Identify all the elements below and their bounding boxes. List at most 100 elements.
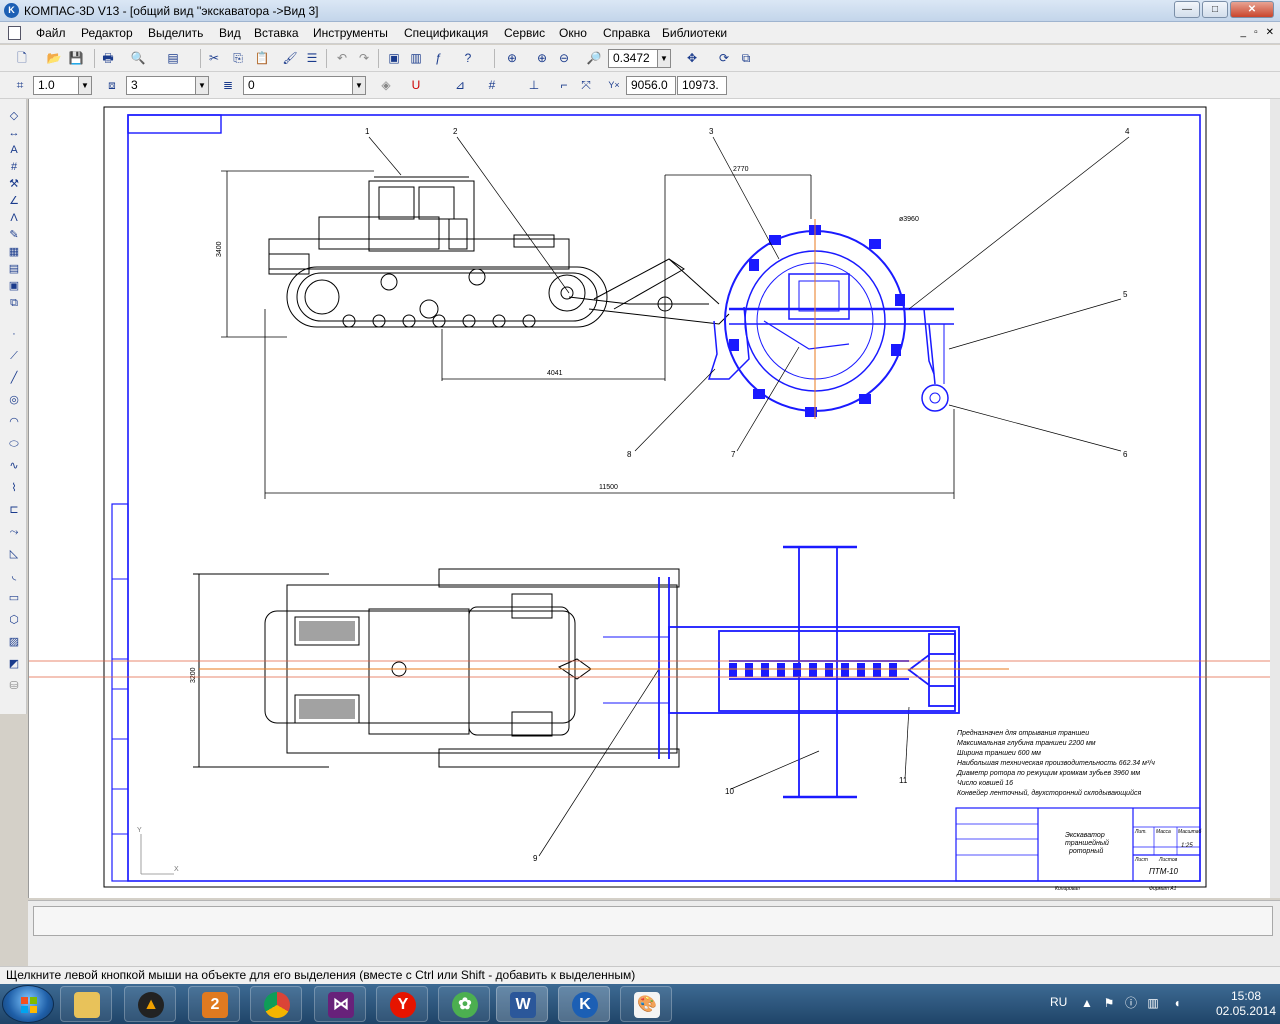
- function-icon[interactable]: ƒ: [430, 50, 446, 66]
- ortho-mode-icon[interactable]: ⌐: [556, 77, 572, 93]
- layer-properties-icon[interactable]: ◈: [378, 77, 394, 93]
- mdi-restore-button[interactable]: ▫: [1254, 27, 1258, 38]
- taskbar-paint[interactable]: 🎨: [620, 986, 672, 1022]
- aux-line-icon[interactable]: ⟋: [6, 349, 22, 363]
- show-all-icon[interactable]: ⧉: [738, 50, 754, 66]
- help-pointer-icon[interactable]: ?: [460, 50, 476, 66]
- format-painter-icon[interactable]: 🖌: [282, 50, 298, 66]
- view-icon[interactable]: ⧈: [104, 77, 120, 93]
- taskbar-icq[interactable]: ✿: [438, 986, 490, 1022]
- collection-icon[interactable]: ⛁: [6, 679, 22, 693]
- snap-magnet-icon[interactable]: U: [408, 77, 424, 93]
- language-indicator[interactable]: RU: [1050, 995, 1067, 1009]
- taskbar-word[interactable]: W: [496, 986, 548, 1022]
- refresh-icon[interactable]: ⟳: [716, 50, 732, 66]
- taskbar-visual-studio[interactable]: ⋈: [314, 986, 366, 1022]
- reports-tool-icon[interactable]: ▦: [6, 245, 22, 259]
- menu-help[interactable]: Справка: [603, 26, 650, 40]
- start-button[interactable]: [2, 985, 54, 1023]
- variables-icon[interactable]: ▥: [408, 50, 424, 66]
- zoom-window-icon[interactable]: ⊕: [504, 50, 520, 66]
- open-file-icon[interactable]: 📂: [46, 50, 62, 66]
- menu-window[interactable]: Окно: [559, 26, 587, 40]
- tray-expand-icon[interactable]: ▲: [1080, 996, 1094, 1010]
- hatch-icon[interactable]: ▨: [6, 635, 22, 649]
- coord-y-input[interactable]: 10973.: [677, 76, 727, 95]
- layer-dropdown-arrow[interactable]: ▼: [352, 76, 366, 95]
- save-icon[interactable]: 💾: [68, 50, 84, 66]
- taskbar-yandex[interactable]: Y: [376, 986, 428, 1022]
- curve-icon[interactable]: ⤳: [6, 525, 22, 539]
- redo-icon[interactable]: ↷: [356, 50, 372, 66]
- symbols-tool-icon[interactable]: A: [6, 143, 22, 157]
- taskbar-chrome[interactable]: [250, 986, 302, 1022]
- drawing-canvas[interactable]: 3400 2770 ø3960 4041 11500 1 2 3 4 5 6 7…: [28, 99, 1277, 898]
- info-icon[interactable]: ⓘ: [1124, 996, 1138, 1010]
- taskbar-archicad[interactable]: ▲: [124, 986, 176, 1022]
- frag-tool-icon[interactable]: ▣: [6, 279, 22, 293]
- menu-specification[interactable]: Спецификация: [404, 26, 488, 40]
- zoom-out-icon[interactable]: ⊖: [556, 50, 572, 66]
- network-icon[interactable]: ▥: [1146, 996, 1160, 1010]
- menu-tools[interactable]: Инструменты: [313, 26, 388, 40]
- rectangle-icon[interactable]: ▭: [6, 591, 22, 605]
- zoom-scale-icon[interactable]: 🔎: [586, 50, 602, 66]
- maximize-button[interactable]: □: [1202, 1, 1228, 18]
- system-clock[interactable]: 15:08 02.05.2014: [1215, 989, 1277, 1019]
- point-icon[interactable]: ·: [6, 327, 22, 341]
- contour-icon[interactable]: ⊏: [6, 503, 22, 517]
- insert-tool-icon[interactable]: ▤: [6, 262, 22, 276]
- copy-icon[interactable]: ⎘: [230, 50, 246, 66]
- volume-icon[interactable]: ◖: [1170, 996, 1184, 1010]
- layer-icon[interactable]: ≣: [220, 77, 236, 93]
- spec-tool-icon[interactable]: ✎: [6, 228, 22, 242]
- paste-icon[interactable]: 📋: [254, 50, 270, 66]
- arc-icon[interactable]: ◠: [6, 415, 22, 429]
- step-input[interactable]: 1.0: [33, 76, 79, 95]
- close-button[interactable]: ✕: [1230, 1, 1274, 18]
- taskbar-kompas[interactable]: K: [558, 986, 610, 1022]
- select-tool-icon[interactable]: Ʌ: [6, 211, 22, 225]
- document-icon[interactable]: [8, 26, 21, 40]
- coord-x-input[interactable]: 9056.0: [626, 76, 676, 95]
- zoom-input[interactable]: 0.3472: [608, 49, 658, 68]
- preview-icon[interactable]: 🔍: [130, 50, 146, 66]
- cursor-step-icon[interactable]: ⌗: [12, 77, 28, 93]
- ortho-icon[interactable]: ⊿: [452, 77, 468, 93]
- action-center-flag-icon[interactable]: ⚑: [1102, 996, 1116, 1010]
- view-input[interactable]: 3: [126, 76, 196, 95]
- geometry-tool-icon[interactable]: ◇: [6, 109, 22, 123]
- menu-file[interactable]: Файл: [36, 26, 66, 40]
- menu-view[interactable]: Вид: [219, 26, 241, 40]
- fillet-icon[interactable]: ◟: [6, 569, 22, 583]
- local-cs-icon[interactable]: ⊥: [526, 77, 542, 93]
- document-manager-icon[interactable]: ☰: [304, 50, 320, 66]
- mdi-close-button[interactable]: ✕: [1266, 27, 1274, 38]
- cut-icon[interactable]: ✂: [206, 50, 222, 66]
- segment-icon[interactable]: ╱: [6, 371, 22, 385]
- round-icon[interactable]: ⤧: [578, 77, 594, 93]
- view-tool-icon[interactable]: ⧉: [6, 296, 22, 310]
- chamfer-icon[interactable]: ◺: [6, 547, 22, 561]
- taskbar-chat-2[interactable]: 2: [188, 986, 240, 1022]
- polygon-icon[interactable]: ⬡: [6, 613, 22, 627]
- zoom-in-icon[interactable]: ⊕: [534, 50, 550, 66]
- spline-icon[interactable]: ∿: [6, 459, 22, 473]
- zoom-dropdown-arrow[interactable]: ▼: [657, 49, 671, 68]
- grid-icon[interactable]: #: [484, 77, 500, 93]
- menu-edit[interactable]: Редактор: [81, 26, 133, 40]
- kompas-app-icon[interactable]: K: [4, 3, 19, 18]
- ellipse-icon[interactable]: ⬭: [6, 437, 22, 451]
- vertical-scrollbar[interactable]: [1270, 99, 1280, 898]
- new-file-icon[interactable]: 🗋: [14, 50, 30, 66]
- print-icon[interactable]: 🖶: [100, 50, 116, 66]
- parametrization-tool-icon[interactable]: ⚒: [6, 177, 22, 191]
- property-panel-field[interactable]: [33, 906, 1273, 936]
- polyline-icon[interactable]: ⌇: [6, 481, 22, 495]
- minimize-button[interactable]: —: [1174, 1, 1200, 18]
- layer-input[interactable]: 0: [243, 76, 353, 95]
- menu-service[interactable]: Сервис: [504, 26, 545, 40]
- menu-insert[interactable]: Вставка: [254, 26, 299, 40]
- fill-icon[interactable]: ◩: [6, 657, 22, 671]
- manager-icon[interactable]: ▣: [386, 50, 402, 66]
